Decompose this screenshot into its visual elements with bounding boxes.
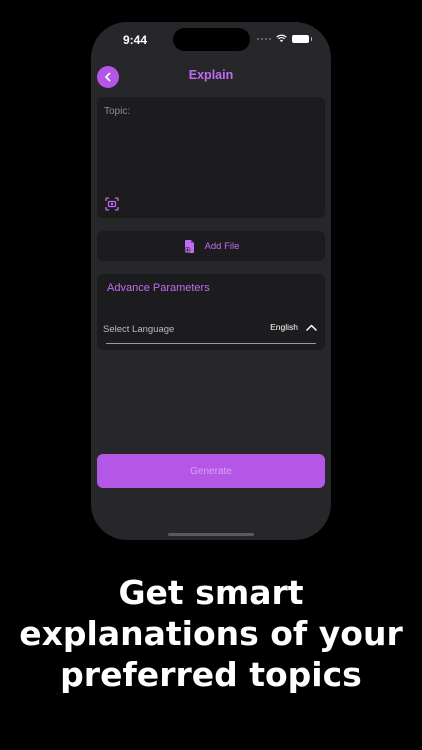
marketing-tagline: Get smart explanations of your preferred… <box>0 572 422 695</box>
home-indicator <box>168 533 254 536</box>
chevron-up-icon <box>306 324 317 331</box>
status-bar: 9:44 <box>91 22 331 58</box>
signal-icon <box>257 37 271 40</box>
language-underline <box>106 343 316 344</box>
add-file-label: Add File <box>204 240 240 252</box>
status-icons <box>257 34 312 43</box>
wifi-icon <box>276 34 287 43</box>
scan-text-icon[interactable] <box>105 197 119 211</box>
battery-icon <box>292 34 312 43</box>
tagline-line-3: preferred topics <box>60 655 362 694</box>
tagline-line-1: Get smart <box>118 573 304 612</box>
status-time: 9:44 <box>123 33 148 47</box>
topic-input[interactable] <box>97 97 325 218</box>
dynamic-island <box>173 28 250 51</box>
topic-card: Topic: <box>97 97 325 218</box>
tagline-line-2: explanations of your <box>19 614 403 653</box>
generate-label: Generate <box>190 465 232 477</box>
select-language-label: Select Language <box>103 324 175 335</box>
generate-button[interactable]: Generate <box>97 454 325 488</box>
advanced-parameters-title: Advance Parameters <box>107 282 210 294</box>
add-file-button[interactable]: Add File <box>97 231 325 261</box>
language-select[interactable]: English <box>270 322 317 332</box>
advanced-parameters-card: Advance Parameters Select Language Engli… <box>97 274 325 350</box>
phone-screen: 9:44 Explain Topic: Add File Advance Par… <box>91 22 331 540</box>
language-value: English <box>270 322 298 332</box>
file-add-icon <box>184 239 194 253</box>
page-title: Explain <box>188 68 234 82</box>
